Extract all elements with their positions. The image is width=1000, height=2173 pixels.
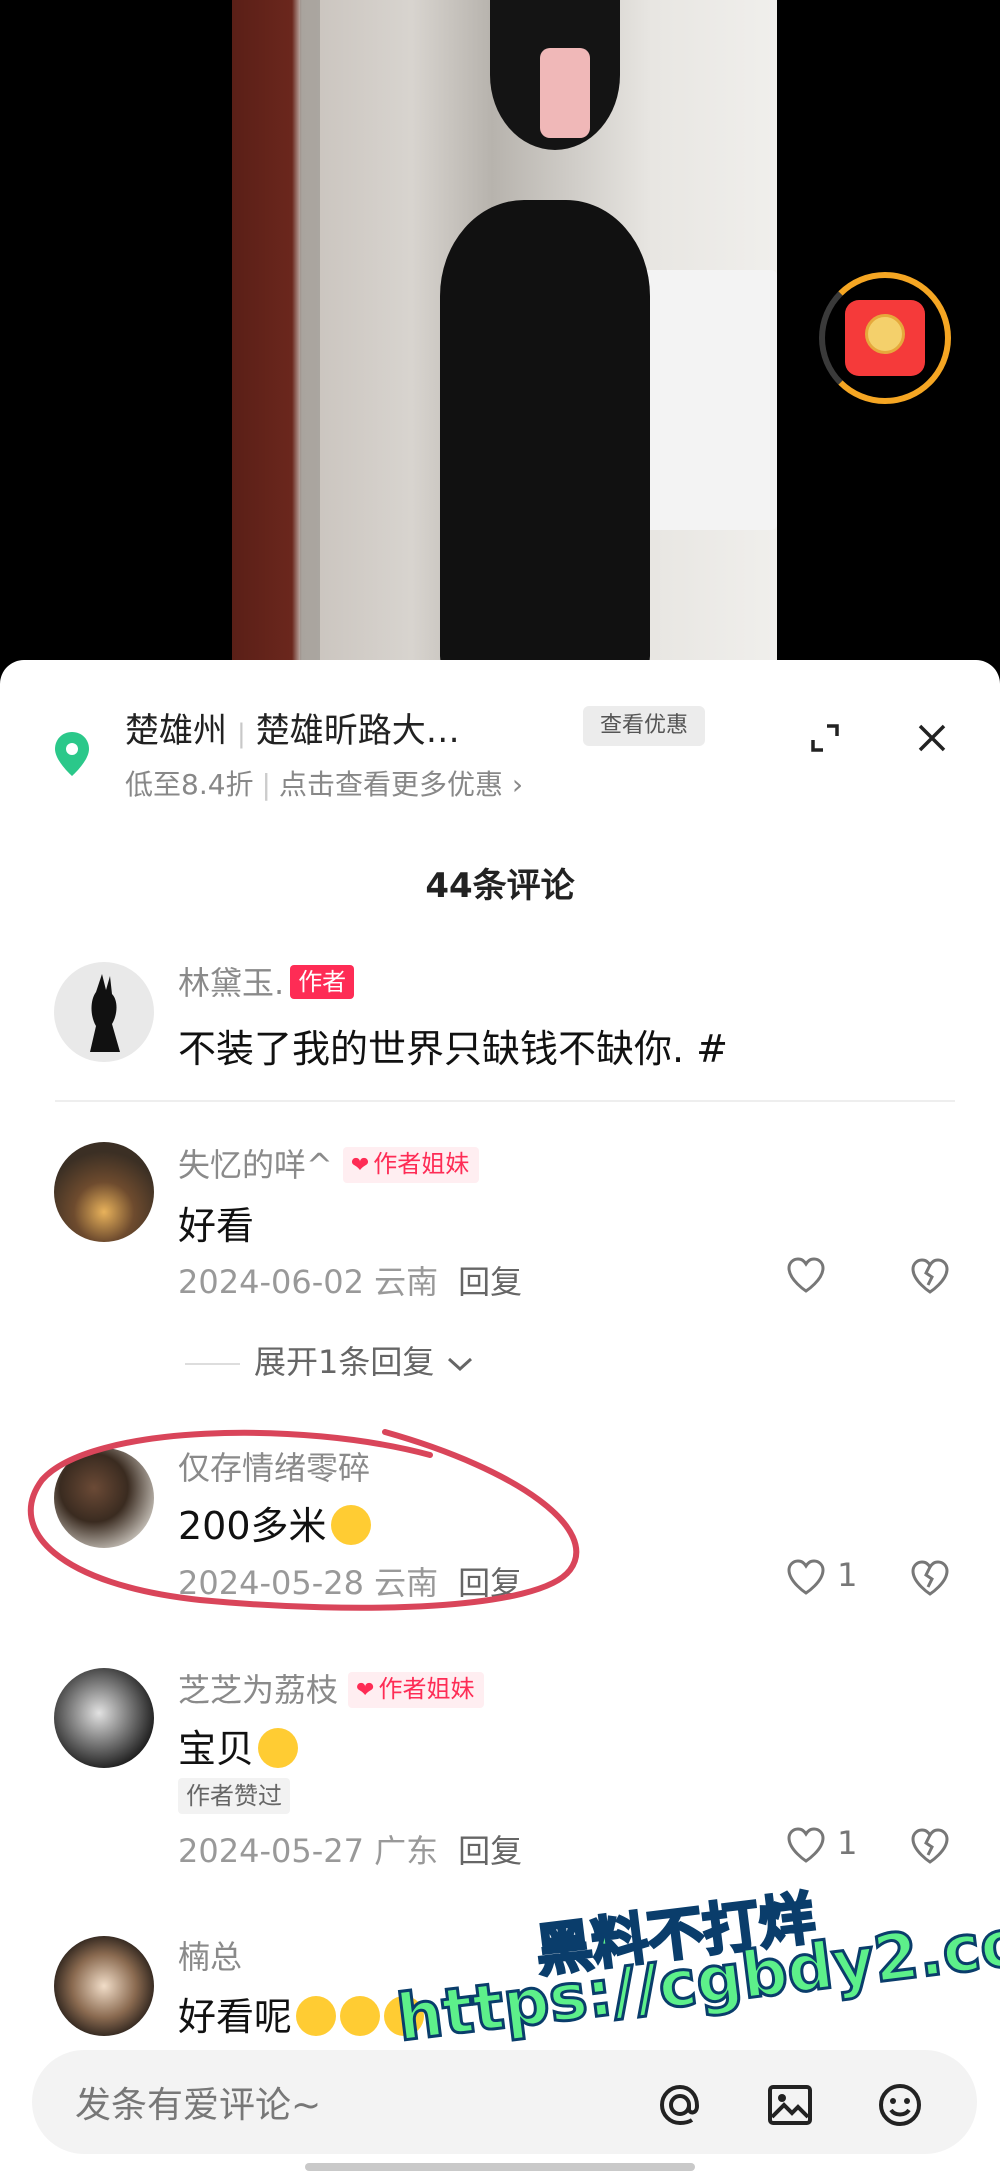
hearts-icon: ❤: [356, 1678, 375, 1703]
comment-text: 宝贝: [178, 1718, 299, 1773]
broken-heart-icon[interactable]: [908, 1254, 952, 1298]
comment-meta: 2024-06-02 云南 回复: [178, 1263, 523, 1301]
comment-text: 不装了我的世界只缺钱不缺你. #: [178, 1027, 728, 1071]
comment-author[interactable]: 芝芝为荔枝 ❤ 作者姐妹: [178, 1665, 485, 1711]
like-button[interactable]: [785, 1254, 827, 1298]
reply-button[interactable]: 回复: [458, 1263, 522, 1301]
avatar[interactable]: [54, 1936, 154, 2036]
comment-text: 好看: [178, 1204, 255, 1248]
close-icon[interactable]: [912, 718, 952, 758]
comment-author[interactable]: 仅存情绪零碎: [178, 1443, 370, 1489]
view-offers-button[interactable]: 查看优惠: [583, 706, 705, 746]
author-sister-tag: ❤ 作者姐妹: [348, 1672, 485, 1708]
divider: [55, 1100, 955, 1102]
expand-replies-button[interactable]: 展开1条回复: [185, 1337, 475, 1383]
like-button[interactable]: 1: [785, 1556, 858, 1600]
avatar[interactable]: [54, 1142, 154, 1242]
heart-eyes-emoji-icon: [340, 1996, 381, 2036]
author-sister-tag: ❤ 作者姐妹: [342, 1147, 480, 1183]
emoji-icon[interactable]: [870, 2075, 930, 2135]
comment-meta: 2024-05-28 云南 回复: [178, 1564, 523, 1602]
chevron-down-icon: [447, 1357, 472, 1372]
avatar[interactable]: [54, 1448, 154, 1548]
comment-author[interactable]: 失忆的咩^ ❤ 作者姐妹: [178, 1140, 480, 1186]
image-icon[interactable]: [760, 2075, 820, 2135]
avatar[interactable]: [54, 962, 154, 1062]
home-indicator: [305, 2163, 695, 2171]
location-title[interactable]: 楚雄州 | 楚雄昕路大…: [125, 703, 460, 752]
comment-meta: 2024-05-27 广东 回复: [178, 1832, 523, 1870]
red-packet-icon[interactable]: [815, 268, 955, 408]
author-tag: 作者: [290, 965, 355, 999]
hearts-icon: ❤: [350, 1153, 370, 1178]
reply-button[interactable]: 回复: [458, 1832, 522, 1870]
heart-icon: [787, 1257, 825, 1293]
reply-button[interactable]: 回复: [458, 1564, 522, 1602]
heart-icon: [787, 1827, 825, 1863]
author-liked-badge: 作者赞过: [178, 1778, 290, 1814]
location-offers[interactable]: 低至8.4折 | 点击查看更多优惠 ›: [125, 763, 523, 803]
heart-eyes-emoji-icon: [296, 1996, 337, 2036]
comment-author[interactable]: 楠总: [178, 1932, 242, 1978]
like-count: 1: [837, 1556, 858, 1594]
comment-text: 好看呢: [178, 1986, 425, 2041]
comments-count-title: 44条评论: [425, 866, 575, 906]
broken-heart-icon[interactable]: [908, 1824, 952, 1868]
comment-input[interactable]: 发条有爱评论~: [75, 2076, 321, 2128]
heart-icon: [787, 1559, 825, 1595]
location-pin-icon: [55, 732, 89, 776]
at-icon[interactable]: [650, 2075, 710, 2135]
broken-heart-icon[interactable]: [908, 1556, 952, 1600]
avatar[interactable]: [54, 1668, 154, 1768]
kiss-emoji-icon: [258, 1728, 299, 1768]
expand-icon[interactable]: [805, 718, 845, 758]
like-button[interactable]: 1: [785, 1824, 858, 1868]
comment-author[interactable]: 林黛玉. 作者: [178, 958, 355, 1004]
like-count: 1: [837, 1824, 858, 1862]
emoji-icon: [330, 1505, 371, 1545]
comment-text: 200多米: [178, 1495, 371, 1550]
